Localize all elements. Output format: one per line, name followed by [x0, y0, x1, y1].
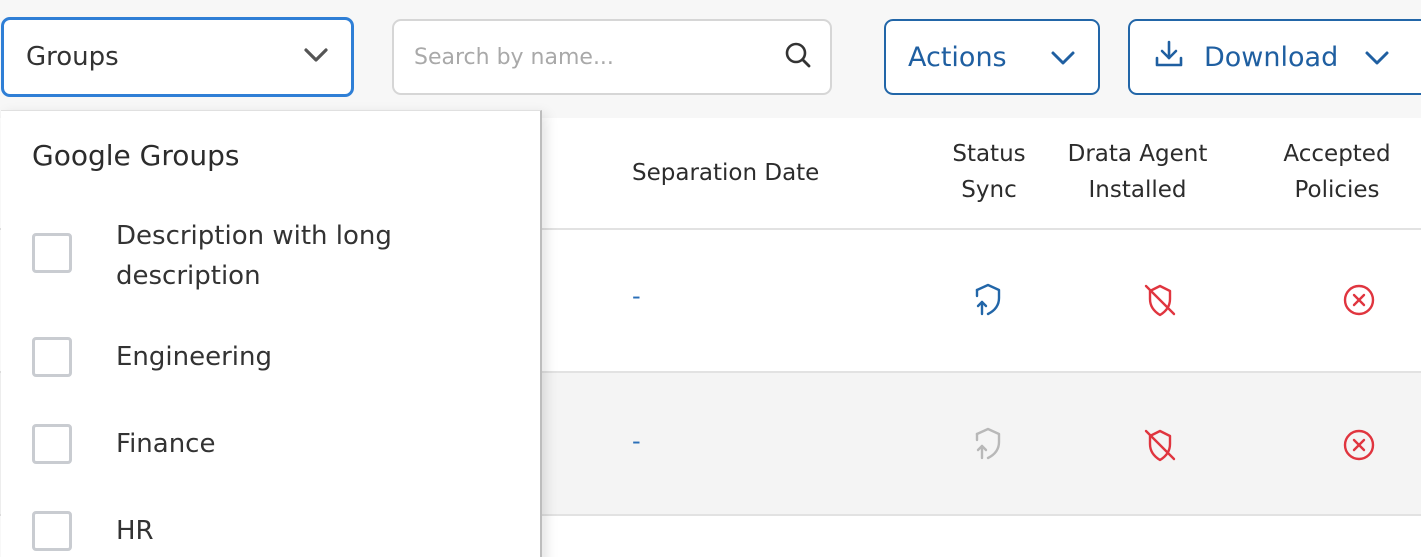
- header-line: Status: [952, 141, 1026, 167]
- search-icon[interactable]: [784, 41, 812, 73]
- x-circle-icon: [1342, 428, 1378, 464]
- column-header-agent-installed[interactable]: Drata Agent Installed: [1055, 136, 1220, 208]
- header-line: Accepted: [1283, 141, 1391, 167]
- shield-sync-icon: [971, 426, 1007, 462]
- actions-button-label: Actions: [908, 41, 1007, 73]
- column-header-separation-date[interactable]: Separation Date: [632, 155, 819, 191]
- download-button[interactable]: Download: [1128, 19, 1421, 95]
- header-line: Installed: [1088, 177, 1187, 203]
- dropdown-option-finance[interactable]: Finance: [1, 424, 541, 464]
- header-line: Drata Agent: [1067, 141, 1208, 167]
- option-checkbox[interactable]: [32, 511, 72, 551]
- header-line: Policies: [1294, 177, 1380, 203]
- groups-select[interactable]: Groups: [1, 17, 354, 97]
- groups-select-label: Groups: [26, 42, 119, 72]
- search-box: [392, 19, 832, 95]
- option-checkbox[interactable]: [32, 337, 72, 377]
- dropdown-section-title: Google Groups: [32, 139, 240, 172]
- column-header-accepted-policies[interactable]: Accepted Policies: [1262, 136, 1412, 208]
- download-button-label: Download: [1204, 41, 1339, 73]
- option-checkbox[interactable]: [32, 233, 72, 273]
- option-label: Finance: [116, 429, 216, 459]
- separation-date-cell: -: [632, 427, 641, 455]
- chevron-down-icon: [1050, 42, 1076, 73]
- option-label: HR: [116, 516, 154, 546]
- x-circle-icon: [1342, 283, 1378, 319]
- shield-off-icon: [1141, 281, 1177, 317]
- option-checkbox[interactable]: [32, 424, 72, 464]
- separation-date-cell: -: [632, 282, 641, 310]
- chevron-down-icon: [1364, 42, 1390, 73]
- option-label: Description with long description: [116, 221, 392, 291]
- search-input[interactable]: [414, 44, 754, 70]
- chevron-down-icon: [303, 47, 329, 67]
- shield-off-icon: [1141, 426, 1177, 462]
- dropdown-option-engineering[interactable]: Engineering: [1, 337, 541, 377]
- groups-dropdown-menu: Google Groups Description with long desc…: [1, 110, 542, 557]
- dropdown-option-hr[interactable]: HR: [1, 511, 541, 551]
- option-label: Engineering: [116, 342, 272, 372]
- shield-sync-icon: [971, 282, 1007, 318]
- actions-button[interactable]: Actions: [884, 19, 1100, 95]
- header-line: Sync: [961, 177, 1017, 203]
- dropdown-option-description[interactable]: Description with long description: [1, 215, 541, 295]
- column-header-status-sync[interactable]: Status Sync: [940, 136, 1038, 208]
- download-icon: [1154, 39, 1184, 76]
